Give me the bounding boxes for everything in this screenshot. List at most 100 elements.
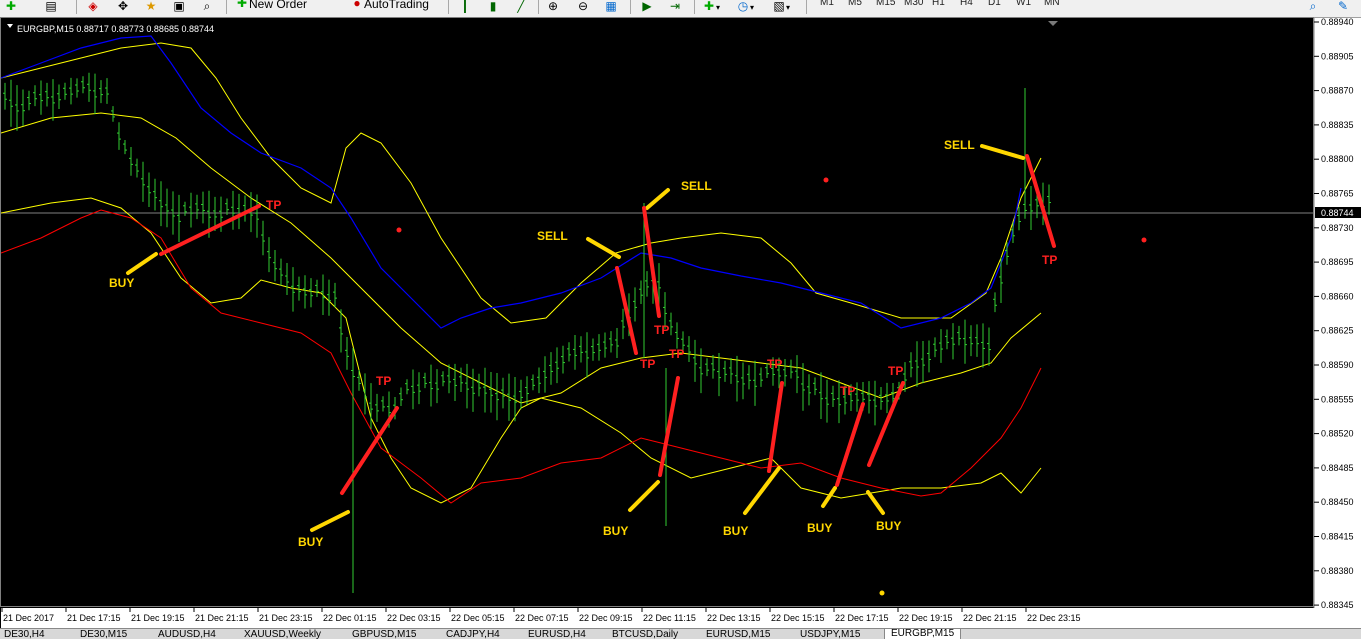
tp-label: TP bbox=[767, 357, 782, 371]
templates-button[interactable]: ▧ ▾ bbox=[772, 0, 790, 14]
time-label: 21 Dec 2017 bbox=[3, 613, 54, 623]
tester-button[interactable]: ⌕ bbox=[200, 0, 214, 14]
timeframe-d1[interactable]: D1 bbox=[988, 0, 1001, 8]
time-label: 21 Dec 21:15 bbox=[195, 613, 249, 623]
timeframe-m30[interactable]: M30 bbox=[904, 0, 923, 8]
new-order-button[interactable]: ✚ New Order bbox=[235, 0, 307, 11]
timeframe-mn[interactable]: MN bbox=[1044, 0, 1060, 8]
price-label: 0.88835 bbox=[1321, 120, 1354, 130]
star-icon: ★ bbox=[145, 0, 157, 13]
market-watch-button[interactable]: ◈ bbox=[86, 0, 100, 14]
clock-icon: ◷ bbox=[737, 0, 749, 13]
new-order-label: New Order bbox=[249, 0, 308, 11]
search-button[interactable]: ⌕ bbox=[1306, 0, 1320, 14]
price-label: 0.88450 bbox=[1321, 497, 1354, 507]
tp-label: TP bbox=[640, 357, 655, 371]
autotrading-button[interactable]: ● AutoTrading bbox=[350, 0, 429, 11]
chart-window[interactable]: 0.88940 0.88905 0.88870 0.88835 0.88800 0.887… bbox=[0, 17, 1361, 629]
zoom-in-icon: ⊕ bbox=[547, 0, 559, 13]
trade-line bbox=[615, 266, 638, 355]
moving-average-blue bbox=[1, 35, 1022, 329]
sell-arrow-line bbox=[980, 144, 1025, 160]
time-label: 22 Dec 23:15 bbox=[1027, 613, 1081, 623]
new-chart-button[interactable]: ✚ bbox=[4, 0, 18, 14]
tp-label: TP bbox=[840, 384, 855, 398]
zoom-out-button[interactable]: ⊖ bbox=[576, 0, 590, 14]
time-label: 21 Dec 17:15 bbox=[67, 613, 121, 623]
line-chart-button[interactable]: ╱ bbox=[514, 0, 528, 14]
price-label: 0.88660 bbox=[1321, 291, 1354, 301]
sell-label: SELL bbox=[681, 179, 712, 193]
tp-label: TP bbox=[266, 198, 281, 212]
time-label: 22 Dec 09:15 bbox=[579, 613, 633, 623]
trade-line bbox=[767, 381, 784, 473]
profiles-icon: ▤ bbox=[45, 0, 57, 13]
buy-arrow-line bbox=[126, 252, 158, 275]
community-icon: ✎ bbox=[1337, 0, 1349, 13]
tp-label: TP bbox=[654, 323, 669, 337]
terminal-button[interactable]: ▣ bbox=[172, 0, 186, 14]
price-label: 0.88940 bbox=[1321, 18, 1354, 27]
middle-band-line bbox=[1, 112, 1042, 404]
profiles-button[interactable]: ▤ bbox=[44, 0, 58, 14]
search-icon: ⌕ bbox=[1309, 0, 1317, 13]
market-watch-icon: ◈ bbox=[88, 0, 98, 13]
lower-band-line bbox=[1, 197, 1042, 504]
buy-arrow-line bbox=[743, 466, 781, 515]
community-button[interactable]: ✎ bbox=[1336, 0, 1350, 14]
tp-label: TP bbox=[376, 374, 391, 388]
time-label: 22 Dec 17:15 bbox=[835, 613, 889, 623]
price-label: 0.88520 bbox=[1321, 429, 1354, 439]
timeframe-w1[interactable]: W1 bbox=[1016, 0, 1031, 8]
timeframe-m1[interactable]: M1 bbox=[820, 0, 834, 8]
price-label: 0.88590 bbox=[1321, 360, 1354, 370]
timeframe-h4[interactable]: H4 bbox=[960, 0, 973, 8]
current-price-label: 0.88744 bbox=[1321, 208, 1354, 218]
time-label: 22 Dec 07:15 bbox=[515, 613, 569, 623]
trade-line bbox=[340, 406, 399, 495]
autoscroll-icon: ▶ bbox=[642, 0, 652, 13]
favorites-button[interactable]: ★ bbox=[144, 0, 158, 14]
chart-tab-eurgbp-m15[interactable]: EURGBP,M15 bbox=[884, 629, 962, 639]
timeframe-m5[interactable]: M5 bbox=[848, 0, 862, 8]
price-label: 0.88765 bbox=[1321, 189, 1354, 199]
price-label: 0.88800 bbox=[1321, 154, 1354, 164]
signal-dot bbox=[1141, 237, 1147, 243]
tile-windows-button[interactable]: ▦ bbox=[604, 0, 618, 14]
price-label: 0.88730 bbox=[1321, 223, 1354, 233]
crosshair-icon: ✥ bbox=[117, 0, 129, 13]
indicators-button[interactable]: ✚ ▾ bbox=[702, 0, 720, 14]
candle-chart-icon: ▮ bbox=[489, 0, 497, 13]
timeframe-m15[interactable]: M15 bbox=[876, 0, 895, 8]
time-label: 22 Dec 01:15 bbox=[323, 613, 377, 623]
buy-arrow-line bbox=[866, 490, 885, 515]
price-label: 0.88555 bbox=[1321, 394, 1354, 404]
autotrading-label: AutoTrading bbox=[364, 0, 429, 11]
chart-shift-icon: ⇥ bbox=[669, 0, 681, 13]
price-label: 0.88415 bbox=[1321, 532, 1354, 542]
buy-label: BUY bbox=[109, 276, 134, 290]
time-label: 21 Dec 19:15 bbox=[131, 613, 185, 623]
buy-arrow-line bbox=[628, 480, 660, 512]
periods-button[interactable]: ◷ ▾ bbox=[736, 0, 754, 14]
timeframe-h1[interactable]: H1 bbox=[932, 0, 945, 8]
chart-info: EURGBP,M15 0.88717 0.88773 0.88685 0.887… bbox=[17, 24, 214, 34]
bar-chart-button[interactable]: ┃ bbox=[458, 0, 472, 14]
autoscroll-button[interactable]: ▶ bbox=[640, 0, 654, 14]
upper-band-line bbox=[1, 42, 1042, 324]
trade-line bbox=[658, 376, 680, 477]
price-chart[interactable]: 0.88940 0.88905 0.88870 0.88835 0.88800 0.887… bbox=[1, 18, 1361, 629]
line-chart-icon: ╱ bbox=[517, 0, 525, 13]
time-label: 21 Dec 23:15 bbox=[259, 613, 313, 623]
chart-shift-button[interactable]: ⇥ bbox=[668, 0, 682, 14]
new-chart-icon: ✚ bbox=[5, 0, 17, 13]
tp-label: TP bbox=[888, 364, 903, 378]
navigator-button[interactable]: ✥ bbox=[116, 0, 130, 14]
sell-label: SELL bbox=[537, 229, 568, 243]
sell-arrow-line bbox=[586, 237, 621, 259]
candle-chart-button[interactable]: ▮ bbox=[486, 0, 500, 14]
price-label: 0.88695 bbox=[1321, 257, 1354, 267]
signal-dot bbox=[879, 590, 885, 596]
buy-label: BUY bbox=[723, 524, 748, 538]
zoom-in-button[interactable]: ⊕ bbox=[546, 0, 560, 14]
